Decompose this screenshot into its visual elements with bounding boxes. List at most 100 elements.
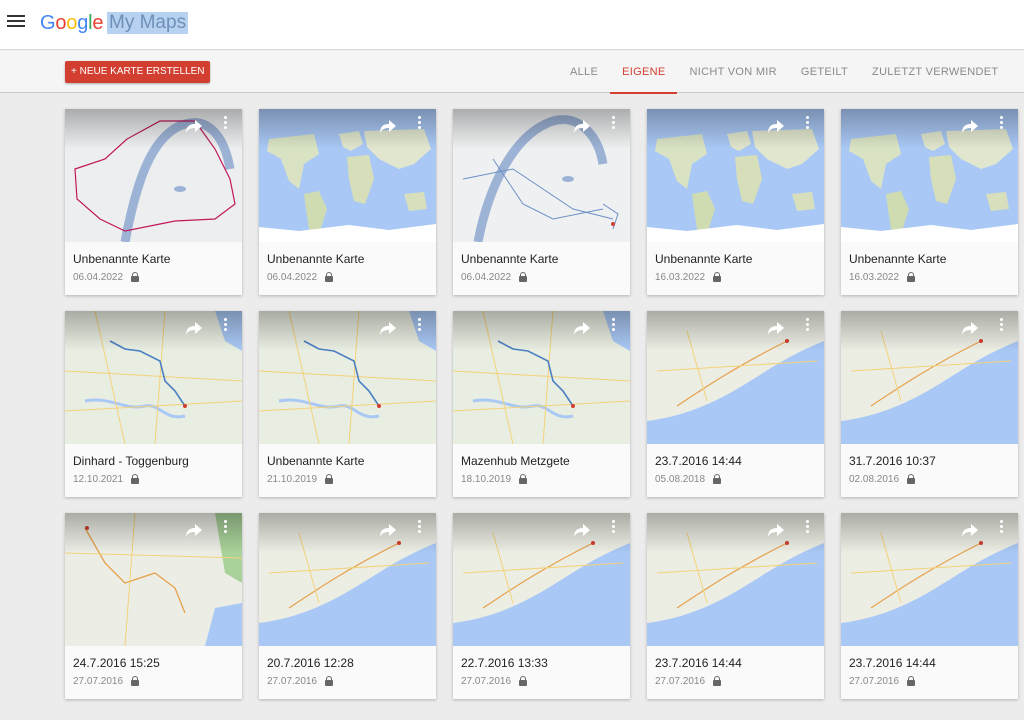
- more-options-icon[interactable]: [414, 116, 424, 134]
- map-card[interactable]: 20.7.2016 12:28 27.07.2016: [259, 513, 436, 699]
- tab-geteilt[interactable]: GETEILT: [789, 51, 860, 93]
- map-thumbnail[interactable]: [647, 311, 824, 444]
- map-thumbnail[interactable]: [259, 513, 436, 646]
- map-card[interactable]: Dinhard - Toggenburg 12.10.2021: [65, 311, 242, 497]
- lock-icon: [907, 676, 916, 686]
- map-thumbnail[interactable]: [65, 513, 242, 646]
- share-icon[interactable]: [573, 320, 591, 336]
- map-thumbnail[interactable]: [453, 513, 630, 646]
- map-thumbnail[interactable]: [259, 109, 436, 242]
- map-card[interactable]: Unbenannte Karte 06.04.2022: [65, 109, 242, 295]
- map-thumbnail[interactable]: [647, 513, 824, 646]
- share-icon[interactable]: [767, 522, 785, 538]
- map-card[interactable]: Unbenannte Karte 16.03.2022: [647, 109, 824, 295]
- share-icon[interactable]: [573, 522, 591, 538]
- more-options-icon[interactable]: [414, 318, 424, 336]
- lock-icon: [713, 676, 722, 686]
- map-date: 06.04.2022: [73, 271, 124, 283]
- more-options-icon[interactable]: [802, 318, 812, 336]
- tab-zuletzt-verwendet[interactable]: ZULETZT VERWENDET: [860, 51, 1010, 93]
- more-options-icon[interactable]: [220, 520, 230, 538]
- map-thumbnail[interactable]: [841, 109, 1018, 242]
- create-map-button[interactable]: + NEUE KARTE ERSTELLEN: [65, 61, 211, 83]
- map-thumbnail[interactable]: [841, 513, 1018, 646]
- thumbnail-shade: [453, 311, 630, 351]
- share-icon[interactable]: [185, 320, 203, 336]
- tab-alle[interactable]: ALLE: [558, 51, 610, 93]
- thumbnail-shade: [259, 109, 436, 149]
- more-options-icon[interactable]: [996, 318, 1006, 336]
- map-thumbnail[interactable]: [259, 311, 436, 444]
- thumbnail-shade: [453, 109, 630, 149]
- map-title: Unbenannte Karte: [267, 252, 365, 266]
- map-card[interactable]: 24.7.2016 15:25 27.07.2016: [65, 513, 242, 699]
- map-card[interactable]: 22.7.2016 13:33 27.07.2016: [453, 513, 630, 699]
- more-options-icon[interactable]: [802, 116, 812, 134]
- lock-icon: [519, 676, 528, 686]
- tab-eigene[interactable]: EIGENE: [610, 51, 678, 94]
- map-card[interactable]: Mazenhub Metzgete 18.10.2019: [453, 311, 630, 497]
- hamburger-menu-icon[interactable]: [7, 15, 25, 31]
- map-card[interactable]: Unbenannte Karte 06.04.2022: [453, 109, 630, 295]
- map-date: 05.08.2018: [655, 473, 706, 485]
- share-icon[interactable]: [767, 320, 785, 336]
- toolbar: + NEUE KARTE ERSTELLEN ALLE EIGENE NICHT…: [0, 51, 1024, 94]
- map-title: 20.7.2016 12:28: [267, 656, 354, 670]
- map-thumbnail[interactable]: [647, 109, 824, 242]
- share-icon[interactable]: [961, 118, 979, 134]
- map-card[interactable]: Unbenannte Karte 16.03.2022: [841, 109, 1018, 295]
- more-options-icon[interactable]: [996, 520, 1006, 538]
- map-meta: 27.07.2016: [655, 675, 722, 687]
- app-title: My Maps: [107, 12, 189, 34]
- tab-nicht-von-mir[interactable]: NICHT VON MIR: [677, 51, 788, 93]
- map-meta: 06.04.2022: [73, 271, 140, 283]
- more-options-icon[interactable]: [802, 520, 812, 538]
- map-card[interactable]: 31.7.2016 10:37 02.08.2016: [841, 311, 1018, 497]
- thumbnail-shade: [259, 311, 436, 351]
- share-icon[interactable]: [185, 118, 203, 134]
- map-thumbnail[interactable]: [453, 311, 630, 444]
- lock-icon: [131, 474, 140, 484]
- map-grid: Unbenannte Karte 06.04.2022 Unbenannte K…: [65, 109, 1018, 699]
- map-thumbnail[interactable]: [65, 311, 242, 444]
- map-meta: 16.03.2022: [849, 271, 916, 283]
- more-options-icon[interactable]: [220, 318, 230, 336]
- thumbnail-shade: [453, 513, 630, 553]
- map-title: 24.7.2016 15:25: [73, 656, 160, 670]
- more-options-icon[interactable]: [414, 520, 424, 538]
- more-options-icon[interactable]: [996, 116, 1006, 134]
- map-date: 27.07.2016: [461, 675, 512, 687]
- map-date: 27.07.2016: [849, 675, 900, 687]
- more-options-icon[interactable]: [608, 318, 618, 336]
- map-title: Unbenannte Karte: [655, 252, 753, 266]
- share-icon[interactable]: [379, 118, 397, 134]
- more-options-icon[interactable]: [608, 116, 618, 134]
- thumbnail-shade: [259, 513, 436, 553]
- lock-icon: [325, 474, 334, 484]
- thumbnail-shade: [65, 311, 242, 351]
- map-card[interactable]: 23.7.2016 14:44 27.07.2016: [841, 513, 1018, 699]
- thumbnail-shade: [647, 513, 824, 553]
- more-options-icon[interactable]: [608, 520, 618, 538]
- share-icon[interactable]: [961, 320, 979, 336]
- more-options-icon[interactable]: [220, 116, 230, 134]
- lock-icon: [325, 272, 334, 282]
- map-card[interactable]: Unbenannte Karte 21.10.2019: [259, 311, 436, 497]
- thumbnail-shade: [65, 109, 242, 149]
- map-card[interactable]: 23.7.2016 14:44 05.08.2018: [647, 311, 824, 497]
- map-thumbnail[interactable]: [841, 311, 1018, 444]
- share-icon[interactable]: [961, 522, 979, 538]
- map-card[interactable]: 23.7.2016 14:44 27.07.2016: [647, 513, 824, 699]
- map-meta: 27.07.2016: [849, 675, 916, 687]
- share-icon[interactable]: [379, 522, 397, 538]
- share-icon[interactable]: [767, 118, 785, 134]
- map-thumbnail[interactable]: [65, 109, 242, 242]
- share-icon[interactable]: [185, 522, 203, 538]
- map-card[interactable]: Unbenannte Karte 06.04.2022: [259, 109, 436, 295]
- share-icon[interactable]: [573, 118, 591, 134]
- map-date: 16.03.2022: [849, 271, 900, 283]
- filter-tabs: ALLE EIGENE NICHT VON MIR GETEILT ZULETZ…: [558, 51, 1010, 94]
- share-icon[interactable]: [379, 320, 397, 336]
- map-date: 06.04.2022: [267, 271, 318, 283]
- map-thumbnail[interactable]: [453, 109, 630, 242]
